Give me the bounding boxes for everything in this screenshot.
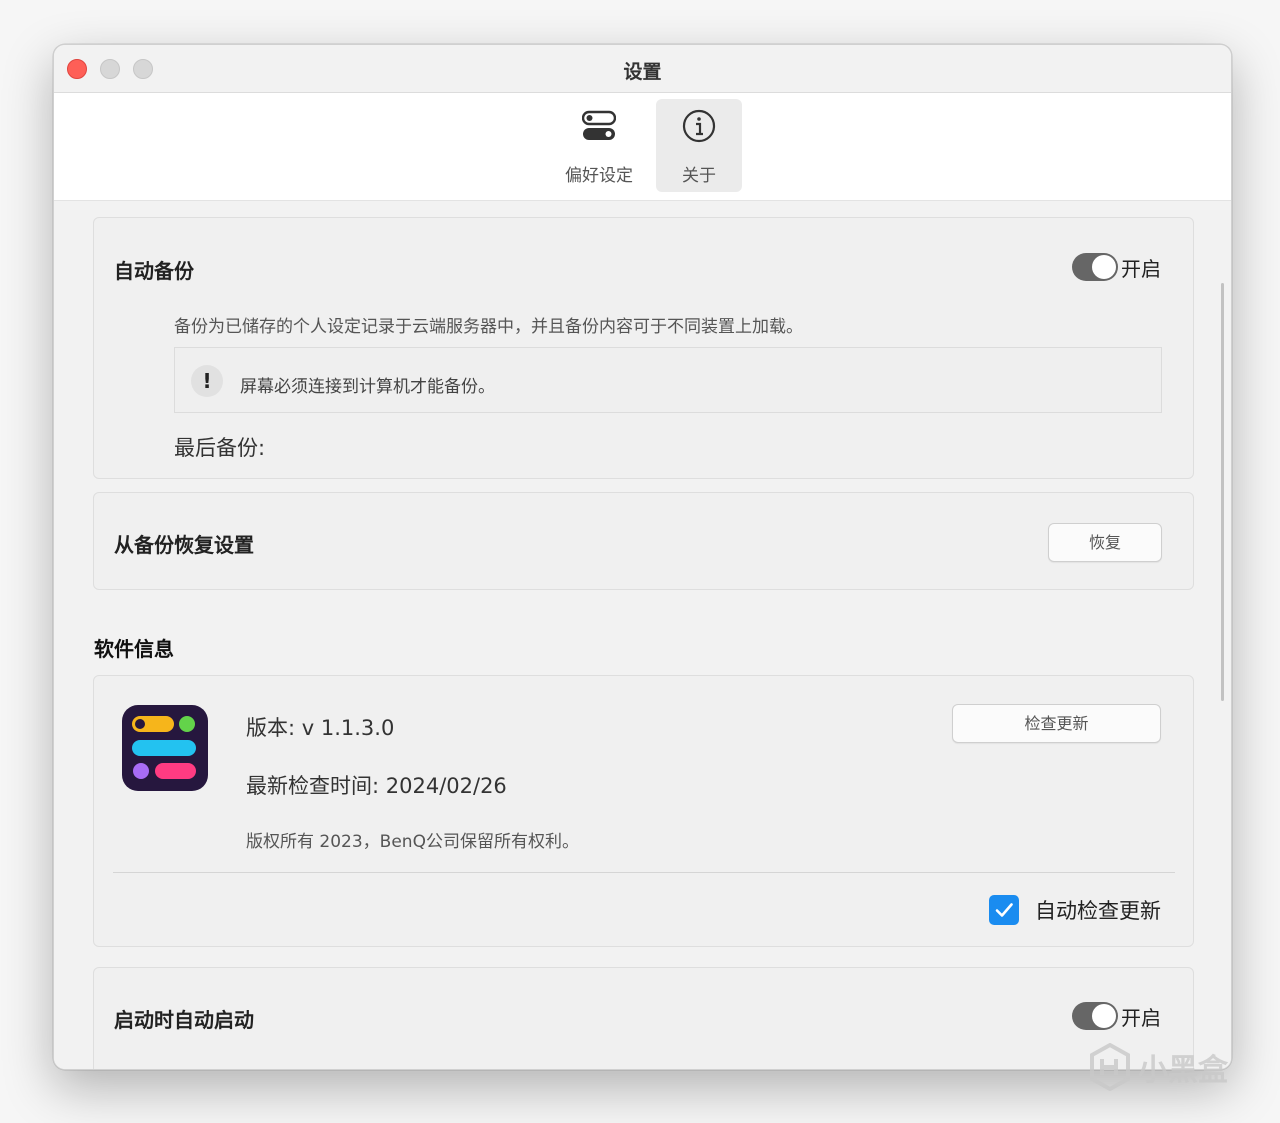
tab-bar: 偏好设定 关于	[54, 93, 1231, 201]
version-text: 版本: v 1.1.3.0	[246, 716, 395, 740]
copyright-text: 版权所有 2023，BenQ公司保留所有权利。	[246, 832, 579, 852]
title-bar: 设置	[54, 45, 1231, 93]
auto-check-update-label: 自动检查更新	[1035, 899, 1161, 923]
check-update-button[interactable]: 检查更新	[952, 704, 1161, 743]
vertical-scrollbar[interactable]	[1221, 283, 1224, 701]
toggles-icon	[582, 110, 616, 140]
settings-content: 自动备份 开启 备份为已储存的个人设定记录于云端服务器中，并且备份内容可于不同装…	[54, 201, 1231, 1069]
launch-at-startup-toggle-label: 开启	[1121, 1005, 1161, 1030]
auto-backup-description: 备份为已储存的个人设定记录于云端服务器中，并且备份内容可于不同装置上加载。	[174, 317, 803, 337]
info-icon	[682, 109, 716, 143]
app-logo-icon	[122, 705, 208, 791]
tab-preferences[interactable]: 偏好设定	[556, 99, 642, 192]
auto-backup-toggle[interactable]	[1072, 253, 1118, 281]
auto-backup-toggle-label: 开启	[1121, 256, 1161, 281]
tab-about[interactable]: 关于	[656, 99, 742, 192]
watermark-logo-icon	[1090, 1043, 1130, 1091]
launch-at-startup-toggle-row: 开启	[1072, 1002, 1161, 1030]
checkmark-icon	[995, 903, 1013, 917]
auto-backup-title: 自动备份	[114, 259, 194, 283]
divider	[113, 872, 1175, 873]
backup-warning-box: ! 屏幕必须连接到计算机才能备份。	[174, 347, 1162, 413]
launch-at-startup-card: 启动时自动启动 开启	[93, 967, 1194, 1069]
settings-window: 设置 偏好设定 关于 自动备份 开启 备份为已储存的个人设定记录于云端服务器中，…	[53, 44, 1232, 1070]
tab-preferences-label: 偏好设定	[565, 166, 633, 186]
restore-title: 从备份恢复设置	[114, 533, 254, 557]
auto-check-update-row[interactable]: 自动检查更新	[989, 895, 1161, 925]
launch-at-startup-title: 启动时自动启动	[114, 1008, 254, 1032]
restore-button[interactable]: 恢复	[1048, 523, 1162, 562]
software-info-card: 版本: v 1.1.3.0 最新检查时间: 2024/02/26 版权所有 20…	[93, 675, 1194, 947]
software-info-heading: 软件信息	[94, 637, 174, 661]
last-check-text: 最新检查时间: 2024/02/26	[246, 774, 507, 798]
tab-about-label: 关于	[682, 166, 716, 186]
window-title: 设置	[623, 61, 662, 83]
launch-at-startup-toggle[interactable]	[1072, 1002, 1118, 1030]
watermark-text: 小黑盒	[1138, 1053, 1228, 1088]
auto-backup-card: 自动备份 开启 备份为已储存的个人设定记录于云端服务器中，并且备份内容可于不同装…	[93, 217, 1194, 479]
restore-card: 从备份恢复设置 恢复	[93, 492, 1194, 590]
last-backup-label: 最后备份:	[174, 436, 266, 460]
auto-check-update-checkbox[interactable]	[989, 895, 1019, 925]
watermark: 小黑盒	[1088, 1043, 1228, 1091]
backup-warning-text: 屏幕必须连接到计算机才能备份。	[240, 377, 495, 397]
auto-backup-toggle-row: 开启	[1072, 253, 1161, 281]
exclamation-icon: !	[191, 365, 223, 397]
